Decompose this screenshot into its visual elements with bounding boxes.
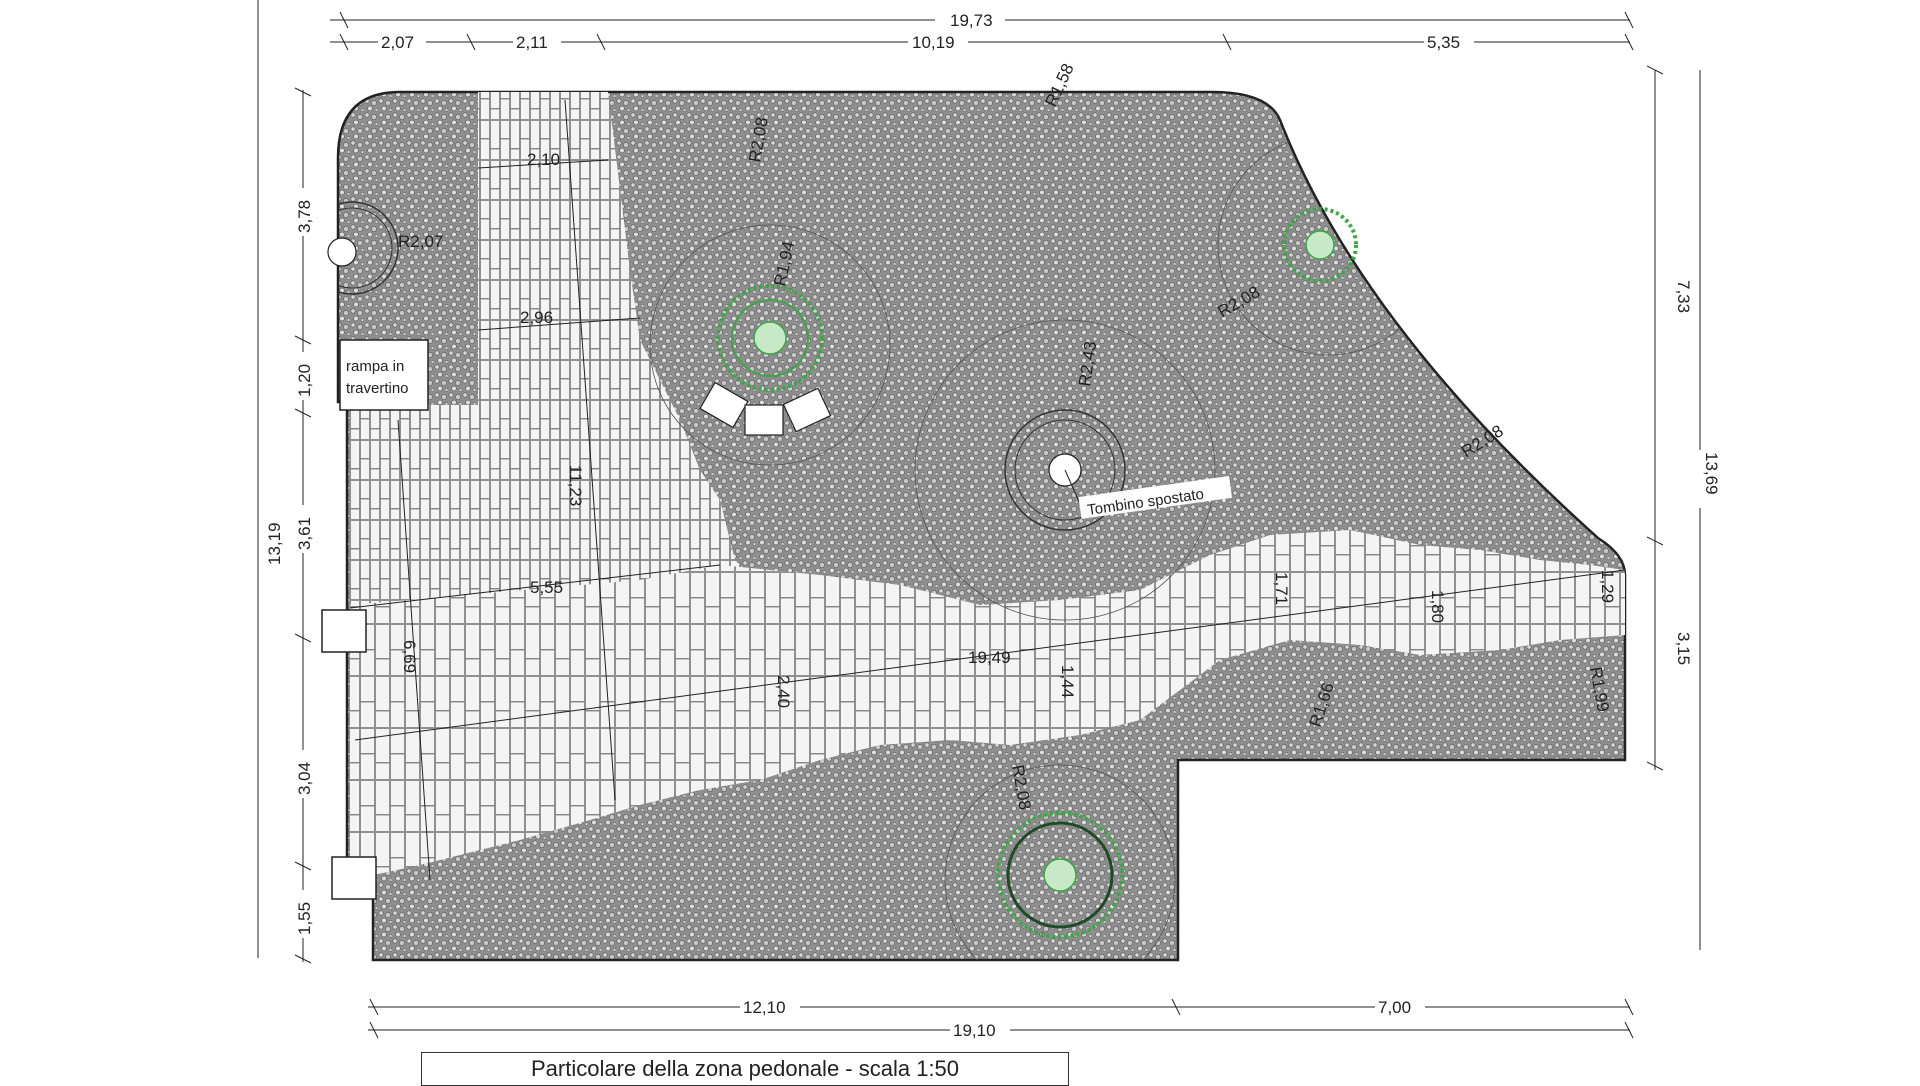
bottom-dimension-2: 7,00 [1378, 998, 1411, 1017]
left-dimension-4: 3,04 [295, 762, 314, 795]
bollard-lower [331, 856, 377, 900]
dim-strip-e: 1,29 [1598, 570, 1617, 603]
bottom-dimension-1: 12,10 [743, 998, 786, 1017]
left-dimension-2: 1,20 [295, 364, 314, 397]
left-dimension-3: 3,61 [295, 517, 314, 550]
dim-path-width-top: 2,10 [527, 150, 560, 169]
dim-strip-a: 2,40 [774, 675, 793, 708]
right-overall-dimension: 13,69 [1702, 452, 1721, 495]
dim-diagonal-length: 19,49 [968, 648, 1011, 667]
left-dimension-1: 3,78 [295, 200, 314, 233]
ramp-box [339, 339, 429, 411]
left-dimension-lines [257, 0, 312, 964]
dim-path-length: 11,23 [566, 465, 585, 506]
site-plan-drawing: rampa in travertino Tombino spostato 2,1… [257, 0, 1721, 1040]
radius-top-left: R2,07 [398, 232, 443, 251]
dim-path-offset: 2,96 [520, 308, 553, 327]
right-dimension-1: 7,33 [1674, 280, 1693, 313]
drawing-caption: Particolare della zona pedonale - scala … [421, 1052, 1069, 1086]
dim-cross-width: 5,55 [530, 578, 563, 597]
left-edge-half-circle [327, 237, 357, 267]
top-dimension-3: 10,19 [912, 33, 955, 52]
top-dimension-1: 2,07 [381, 33, 414, 52]
left-overall-dimension: 13,19 [265, 522, 284, 565]
top-dimension-4: 5,35 [1427, 33, 1460, 52]
dim-strip-d: 1,80 [1428, 590, 1447, 623]
top-dimension-2: 2,11 [516, 33, 548, 52]
top-overall-dimension: 19,73 [950, 11, 993, 30]
ramp-label-line2: travertino [346, 380, 409, 397]
ramp-label-line1: rampa in [346, 358, 404, 375]
bottom-overall-dimension: 19,10 [953, 1021, 996, 1040]
dim-left-strip: 6,69 [400, 640, 419, 673]
dim-strip-c: 1,71 [1272, 572, 1291, 605]
dim-strip-b: 1,44 [1058, 665, 1077, 698]
right-dimension-2: 3,15 [1674, 632, 1693, 665]
left-dimension-5: 1,55 [295, 902, 314, 935]
bollard-upper [321, 609, 367, 653]
